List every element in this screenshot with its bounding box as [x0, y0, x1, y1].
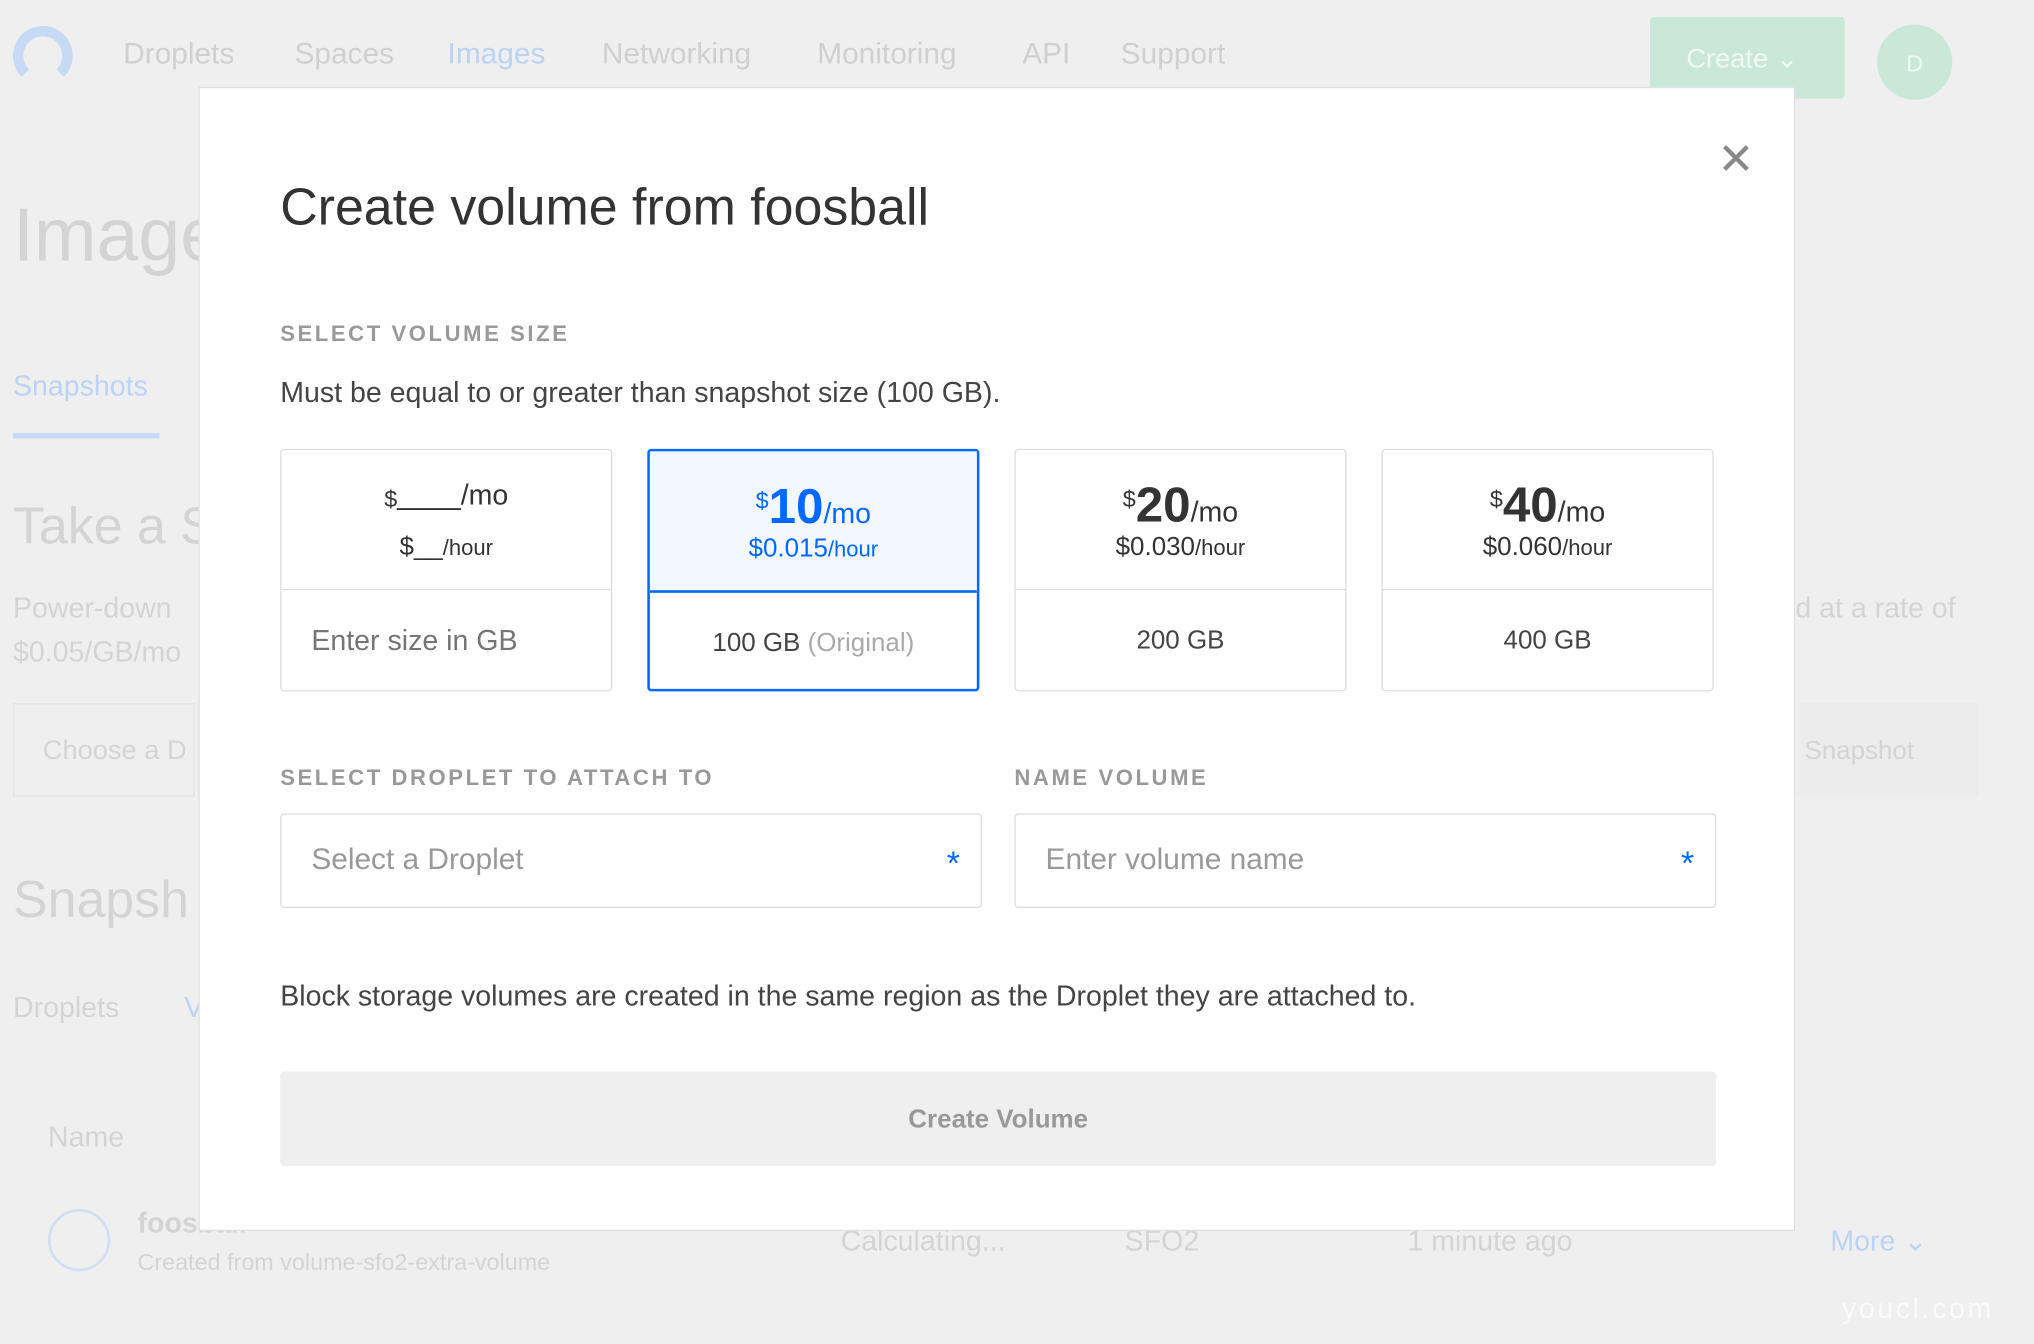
per-month: /mo: [1557, 495, 1606, 528]
nav-droplets[interactable]: Droplets: [123, 36, 234, 71]
size-option-custom[interactable]: $____/mo $__/hour: [280, 448, 613, 692]
create-volume-modal: ✕ Create volume from foosball SELECT VOL…: [198, 86, 1796, 1232]
per-month: /mo: [1190, 495, 1239, 528]
row-subtitle: Created from volume-sfo2-extra-volume: [137, 1249, 551, 1276]
droplet-select[interactable]: *: [280, 813, 982, 909]
chevron-down-icon: ⌄: [1903, 1224, 1928, 1257]
currency: $: [384, 486, 398, 513]
original-note: (Original): [807, 628, 915, 658]
nav-networking[interactable]: Networking: [602, 36, 751, 71]
avatar[interactable]: D: [1877, 24, 1953, 100]
price-amount: ____: [397, 478, 461, 512]
droplet-label: SELECT DROPLET TO ATTACH TO: [280, 765, 715, 790]
hourly-price: $0.030: [1115, 533, 1195, 562]
rate-text: $0.05/GB/mo: [12, 635, 182, 669]
size-value: 200 GB: [1136, 625, 1225, 655]
chevron-down-icon: ⌄: [1775, 44, 1799, 74]
droplet-select-input[interactable]: [308, 840, 911, 879]
per-hour: /hour: [1562, 535, 1613, 561]
required-icon: *: [1681, 843, 1695, 883]
size-value: 400 GB: [1503, 625, 1592, 655]
size-option-200gb[interactable]: $20/mo $0.030/hour 200 GB: [1014, 448, 1347, 692]
name-label: NAME VOLUME: [1014, 765, 1209, 790]
volume-name-input[interactable]: [1042, 840, 1645, 879]
price-amount: 40: [1502, 478, 1558, 534]
size-hint: Must be equal to or greater than snapsho…: [280, 376, 1001, 409]
create-label: Create: [1686, 44, 1769, 74]
take-snapshot-button[interactable]: Snapshot: [1796, 703, 1979, 797]
table-header-name: Name: [47, 1120, 125, 1154]
more-label: More: [1830, 1224, 1896, 1257]
region-info: Block storage volumes are created in the…: [280, 979, 1417, 1012]
snapshots-heading: Snapsh: [12, 871, 189, 929]
currency: $: [755, 487, 769, 514]
rate-suffix: d at a rate of: [1795, 591, 1956, 624]
take-snapshot-heading: Take a S: [12, 498, 215, 556]
price-amount: 20: [1135, 478, 1191, 534]
choose-droplet-select[interactable]: Choose a D: [12, 703, 195, 797]
volume-name-field[interactable]: *: [1014, 813, 1717, 909]
currency: $: [1489, 486, 1503, 513]
per-hour: /hour: [827, 537, 879, 562]
required-icon: *: [946, 843, 960, 883]
nav-api[interactable]: API: [1022, 36, 1070, 71]
per-month: /mo: [460, 478, 509, 512]
per-hour: /hour: [442, 535, 494, 561]
size-value: 100 GB: [712, 628, 801, 658]
tab-snapshots[interactable]: Snapshots: [13, 370, 148, 404]
close-icon[interactable]: ✕: [1717, 138, 1754, 182]
row-more-button[interactable]: More ⌄: [1830, 1225, 1927, 1259]
per-month: /mo: [823, 496, 872, 530]
hourly-price: $__: [399, 533, 443, 562]
create-volume-button[interactable]: Create Volume: [280, 1071, 1717, 1167]
per-hour: /hour: [1194, 535, 1246, 561]
volume-icon: [47, 1208, 111, 1272]
custom-size-input[interactable]: [308, 622, 574, 659]
size-label: SELECT VOLUME SIZE: [280, 321, 570, 347]
currency: $: [1122, 486, 1136, 513]
nav-images[interactable]: Images: [448, 36, 546, 71]
logo-icon[interactable]: [12, 25, 73, 86]
price-amount: 10: [768, 479, 824, 535]
nav-support[interactable]: Support: [1121, 36, 1226, 71]
subtab-droplets[interactable]: Droplets: [13, 991, 119, 1025]
hourly-price: $0.015: [748, 534, 828, 563]
nav-spaces[interactable]: Spaces: [294, 36, 394, 71]
hourly-price: $0.060: [1482, 533, 1563, 562]
size-option-100gb[interactable]: $10/mo $0.015/hour 100 GB (Original): [647, 448, 980, 692]
modal-title: Create volume from foosball: [280, 179, 930, 237]
avatar-letter: D: [1906, 50, 1924, 77]
nav-monitoring[interactable]: Monitoring: [817, 36, 956, 71]
tab-underline: [12, 433, 160, 439]
watermark: youcl.com: [1842, 1292, 1994, 1325]
power-down-text: Power-down: [12, 591, 172, 624]
size-option-400gb[interactable]: $40/mo $0.060/hour 400 GB: [1381, 448, 1714, 692]
